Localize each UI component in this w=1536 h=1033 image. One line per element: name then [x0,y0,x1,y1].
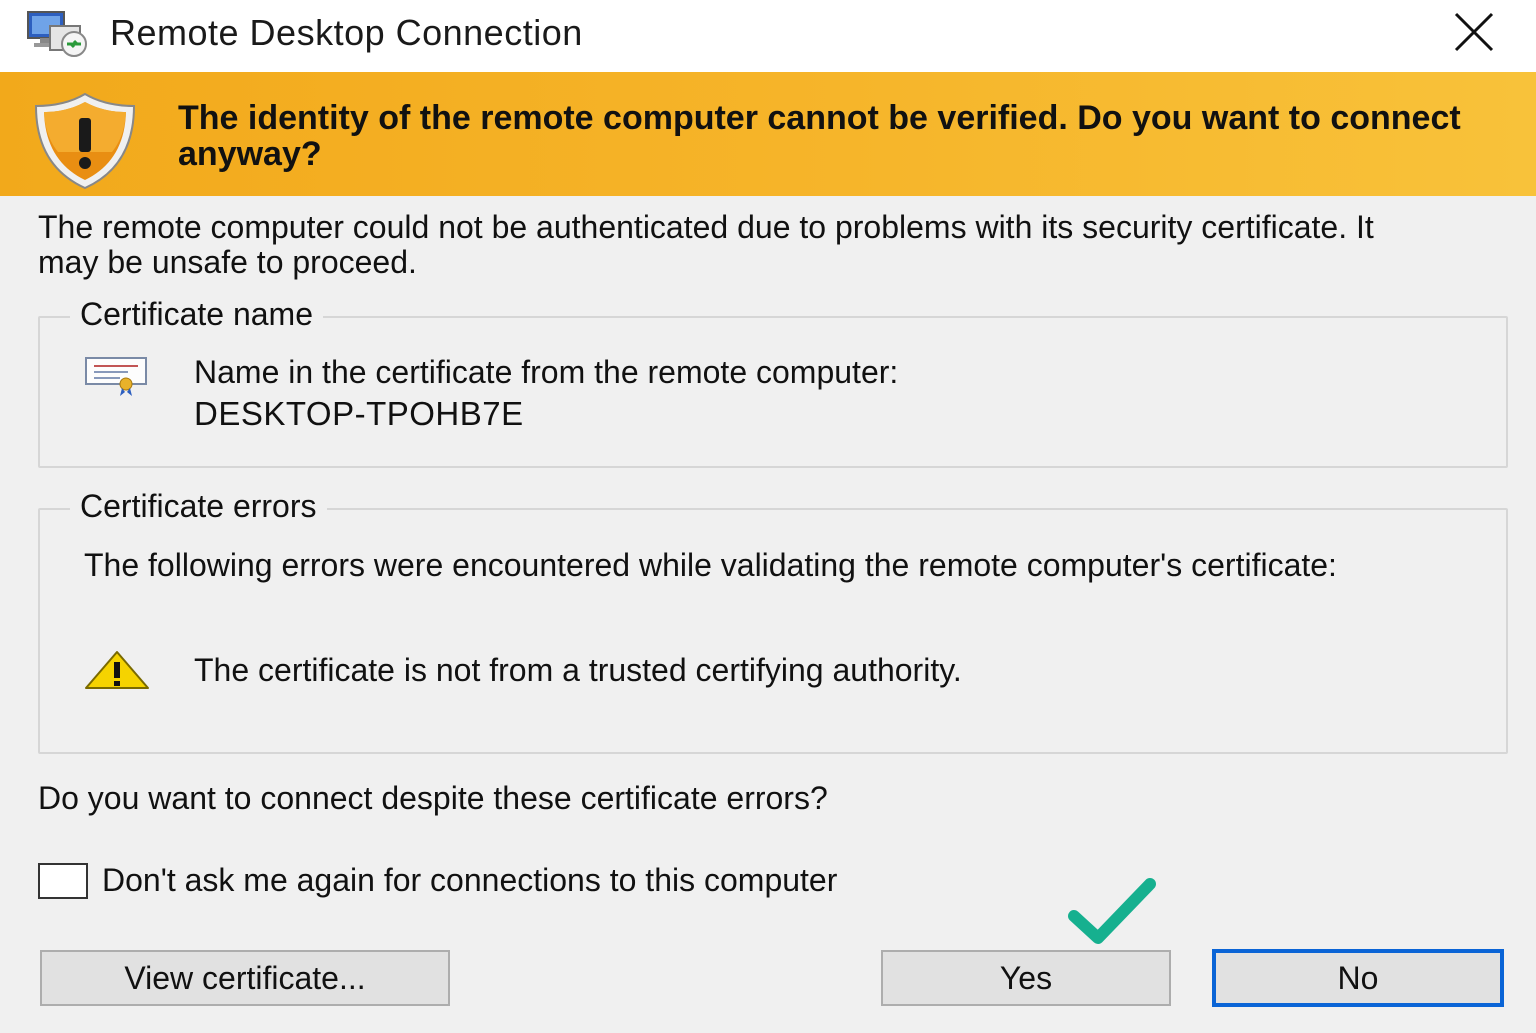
green-checkmark-icon [1068,878,1156,944]
window-title: Remote Desktop Connection [110,12,583,53]
dont-ask-again-label[interactable]: Don't ask me again for connections to th… [102,862,837,898]
warning-banner: The identity of the remote computer cann… [0,72,1536,196]
certificate-errors-intro: The following errors were encountered wh… [84,547,1337,583]
banner-heading: The identity of the remote computer cann… [178,99,1461,173]
title-bar: Remote Desktop Connection [0,0,1536,72]
certificate-name-value: DESKTOP-TPOHB7E [194,395,524,432]
certificate-name-label: Name in the certificate from the remote … [194,354,899,390]
close-icon[interactable] [1452,12,1496,52]
yes-button[interactable]: Yes [881,950,1171,1006]
remote-desktop-icon [27,11,87,57]
certificate-errors-legend: Certificate errors [70,488,327,524]
certificate-name-legend: Certificate name [70,296,323,332]
certificate-errors-group: Certificate errors The following errors … [38,488,1508,754]
description-text: The remote computer could not be authent… [38,209,1374,280]
dont-ask-again-checkbox[interactable] [38,863,88,899]
certificate-error-item: The certificate is not from a trusted ce… [194,652,962,688]
view-certificate-button[interactable]: View certificate... [40,950,450,1006]
certificate-name-group: Certificate name Name in the certificate… [38,296,1508,468]
no-button[interactable]: No [1212,949,1504,1007]
warning-triangle-icon [85,651,149,689]
certificate-icon [85,357,147,396]
shield-warning-icon [34,92,136,190]
connect-question: Do you want to connect despite these cer… [38,780,828,816]
